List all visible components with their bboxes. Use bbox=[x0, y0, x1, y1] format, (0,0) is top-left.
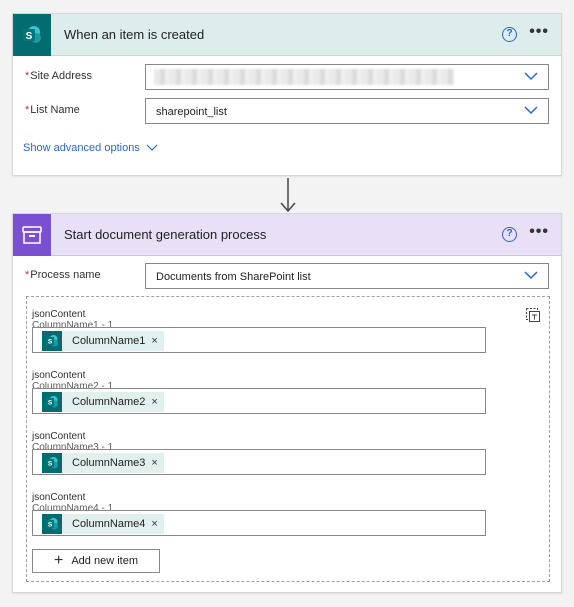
dynamic-content-token[interactable]: S ColumnName4 × bbox=[42, 514, 164, 534]
plus-icon: + bbox=[54, 552, 64, 569]
site-address-redacted bbox=[154, 69, 454, 85]
action-title: Start document generation process bbox=[64, 227, 267, 242]
chevron-down-icon[interactable] bbox=[524, 270, 538, 280]
document-generation-icon bbox=[13, 213, 51, 256]
svg-text:S: S bbox=[48, 400, 53, 407]
item-label: jsonContent bbox=[32, 492, 86, 503]
sharepoint-icon: S bbox=[42, 331, 62, 351]
process-name-row: *Process name Documents from SharePoint … bbox=[13, 263, 561, 291]
more-options-icon[interactable]: ••• bbox=[529, 23, 549, 41]
site-address-dropdown[interactable] bbox=[145, 64, 549, 90]
process-name-label: *Process name bbox=[25, 269, 101, 281]
json-content-array: jsonContent ColumnName1 - 1 S ColumnName… bbox=[26, 296, 550, 582]
item-input[interactable]: S ColumnName4 × bbox=[32, 510, 486, 536]
help-icon[interactable]: ? bbox=[502, 27, 517, 42]
advanced-link-label: Show advanced options bbox=[23, 142, 140, 154]
remove-token-icon[interactable]: × bbox=[151, 335, 157, 347]
more-options-icon[interactable]: ••• bbox=[529, 223, 549, 241]
svg-text:S: S bbox=[48, 339, 53, 346]
list-name-row: *List Name sharepoint_list bbox=[13, 98, 561, 126]
item-label: jsonContent bbox=[32, 309, 86, 320]
process-name-value: Documents from SharePoint list bbox=[156, 271, 311, 283]
svg-text:S: S bbox=[26, 31, 33, 42]
array-item: jsonContent ColumnName1 - 1 S ColumnName… bbox=[27, 309, 549, 369]
token-name: ColumnName3 bbox=[72, 457, 146, 469]
process-name-dropdown[interactable]: Documents from SharePoint list bbox=[145, 263, 549, 289]
list-name-dropdown[interactable]: sharepoint_list bbox=[145, 98, 549, 124]
list-name-label: *List Name bbox=[25, 104, 80, 116]
action-card: Start document generation process ? ••• … bbox=[12, 213, 562, 593]
trigger-header[interactable]: S When an item is created ? ••• bbox=[13, 13, 561, 56]
remove-token-icon[interactable]: × bbox=[151, 396, 157, 408]
sharepoint-icon: S bbox=[42, 514, 62, 534]
remove-token-icon[interactable]: × bbox=[151, 518, 157, 530]
dynamic-content-token[interactable]: S ColumnName3 × bbox=[42, 453, 164, 473]
chevron-down-icon bbox=[146, 144, 158, 151]
add-new-item-button[interactable]: + Add new item bbox=[32, 549, 160, 573]
site-address-row: *Site Address bbox=[13, 64, 561, 92]
token-name: ColumnName2 bbox=[72, 396, 146, 408]
item-input[interactable]: S ColumnName2 × bbox=[32, 388, 486, 414]
show-advanced-options-link[interactable]: Show advanced options bbox=[23, 142, 158, 154]
trigger-title: When an item is created bbox=[64, 27, 205, 42]
item-label: jsonContent bbox=[32, 370, 86, 381]
sharepoint-icon: S bbox=[42, 392, 62, 412]
svg-text:S: S bbox=[48, 522, 53, 529]
sharepoint-icon: S bbox=[42, 453, 62, 473]
add-new-item-label: Add new item bbox=[71, 555, 138, 567]
list-name-value: sharepoint_list bbox=[156, 106, 227, 118]
help-icon[interactable]: ? bbox=[502, 227, 517, 242]
token-name: ColumnName4 bbox=[72, 518, 146, 530]
token-name: ColumnName1 bbox=[72, 335, 146, 347]
action-header[interactable]: Start document generation process ? ••• bbox=[13, 213, 561, 256]
svg-text:S: S bbox=[48, 461, 53, 468]
site-address-label: *Site Address bbox=[25, 70, 93, 82]
array-item: jsonContent ColumnName4 - 1 S ColumnName… bbox=[27, 492, 549, 552]
chevron-down-icon[interactable] bbox=[524, 105, 538, 115]
item-label: jsonContent bbox=[32, 431, 86, 442]
item-input[interactable]: S ColumnName3 × bbox=[32, 449, 486, 475]
array-item: jsonContent ColumnName3 - 1 S ColumnName… bbox=[27, 431, 549, 491]
array-item: jsonContent ColumnName2 - 1 S ColumnName… bbox=[27, 370, 549, 430]
remove-token-icon[interactable]: × bbox=[151, 457, 157, 469]
dynamic-content-token[interactable]: S ColumnName1 × bbox=[42, 331, 164, 351]
trigger-card: S When an item is created ? ••• *Site Ad… bbox=[12, 13, 562, 176]
arrow-down-icon bbox=[280, 178, 296, 213]
item-input[interactable]: S ColumnName1 × bbox=[32, 327, 486, 353]
sharepoint-icon: S bbox=[13, 13, 51, 56]
chevron-down-icon[interactable] bbox=[524, 71, 538, 81]
dynamic-content-token[interactable]: S ColumnName2 × bbox=[42, 392, 164, 412]
